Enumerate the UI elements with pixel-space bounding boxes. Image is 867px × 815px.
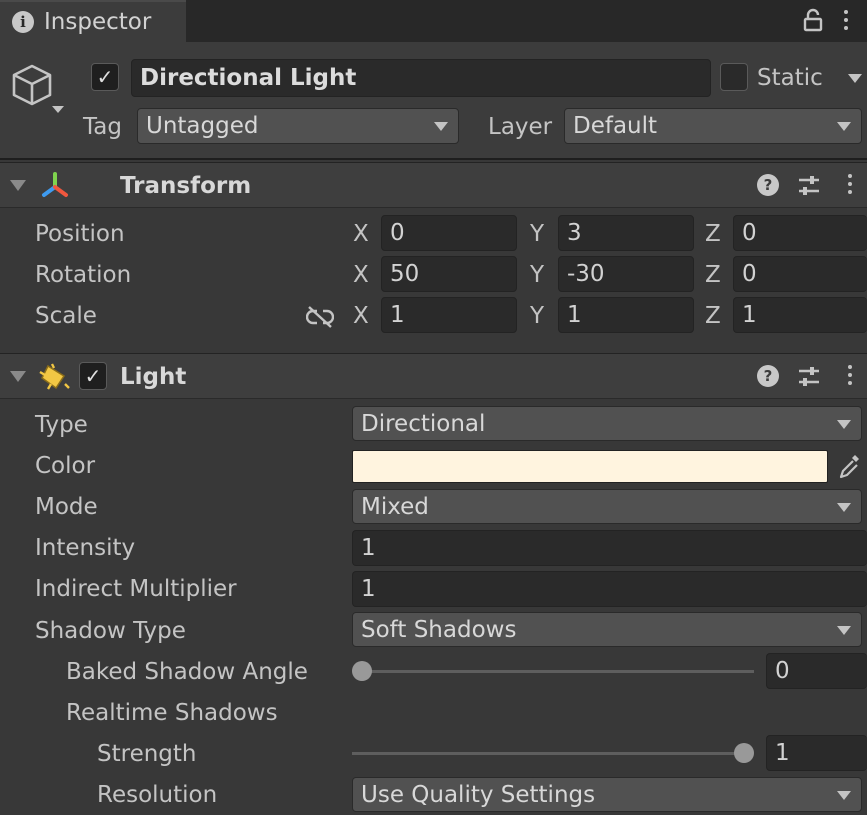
color-label: Color <box>35 453 96 479</box>
active-checkbox[interactable]: ✓ <box>91 63 119 91</box>
lock-icon[interactable] <box>802 8 824 32</box>
static-checkbox[interactable] <box>720 63 748 91</box>
axis-z-label[interactable]: Z <box>705 303 721 329</box>
realtime-shadows-label: Realtime Shadows <box>66 700 278 726</box>
tag-value: Untagged <box>146 113 259 139</box>
layer-value: Default <box>573 113 658 139</box>
resolution-value: Use Quality Settings <box>361 781 596 808</box>
type-dropdown[interactable]: Directional <box>352 406 862 441</box>
rotation-y-field[interactable]: -30 <box>558 256 694 292</box>
dropdown-arrow-icon <box>837 502 851 512</box>
foldout-arrow-icon[interactable] <box>10 180 26 191</box>
tag-label: Tag <box>83 114 122 140</box>
type-label: Type <box>35 412 88 438</box>
tag-dropdown[interactable]: Untagged <box>137 108 459 144</box>
shadow-type-label: Shadow Type <box>35 618 186 644</box>
rotation-label: Rotation <box>35 262 132 288</box>
axis-z-label[interactable]: Z <box>705 262 721 288</box>
position-y-field[interactable]: 3 <box>558 215 694 251</box>
preset-icon[interactable] <box>797 174 821 198</box>
intensity-field[interactable]: 1 <box>352 530 867 566</box>
layer-label: Layer <box>488 114 553 140</box>
menu-dots-icon[interactable] <box>848 174 852 194</box>
resolution-label: Resolution <box>97 782 218 808</box>
help-icon[interactable]: ? <box>757 365 779 387</box>
baked-shadow-angle-label: Baked Shadow Angle <box>66 659 308 685</box>
mode-dropdown[interactable]: Mixed <box>352 489 862 524</box>
transform-title: Transform <box>120 173 252 199</box>
shadow-type-value: Soft Shadows <box>361 616 517 643</box>
axis-x-label[interactable]: X <box>353 303 369 329</box>
checkmark-icon: ✓ <box>84 364 102 388</box>
eyedropper-icon[interactable] <box>838 452 862 480</box>
indirect-multiplier-label: Indirect Multiplier <box>35 576 237 602</box>
static-dropdown-arrow-icon[interactable] <box>848 74 862 83</box>
tab-menu-icon[interactable] <box>844 10 848 30</box>
scale-z-field[interactable]: 1 <box>733 297 867 333</box>
static-label: Static <box>757 65 823 91</box>
cube-icon <box>12 64 64 113</box>
light-enabled-checkbox[interactable]: ✓ <box>79 362 107 390</box>
strength-field[interactable]: 1 <box>766 735 867 771</box>
resolution-dropdown[interactable]: Use Quality Settings <box>352 777 862 812</box>
axis-y-label[interactable]: Y <box>530 262 544 288</box>
dropdown-arrow-icon <box>837 122 851 131</box>
baked-angle-slider-track[interactable] <box>362 670 754 673</box>
tab-label: Inspector <box>44 9 152 35</box>
checkmark-icon: ✓ <box>96 65 114 89</box>
object-name-field[interactable]: Directional Light <box>131 59 711 97</box>
transform-axes-icon <box>42 172 68 197</box>
mode-label: Mode <box>35 494 98 520</box>
mode-value: Mixed <box>361 493 429 520</box>
shadow-type-dropdown[interactable]: Soft Shadows <box>352 612 862 647</box>
info-icon: i <box>12 11 34 33</box>
menu-dots-icon[interactable] <box>848 365 852 385</box>
light-header[interactable]: ✓ Light ? <box>0 353 867 399</box>
type-value: Directional <box>361 410 486 437</box>
preset-icon[interactable] <box>797 365 821 389</box>
strength-slider-thumb[interactable] <box>734 743 754 763</box>
dropdown-arrow-icon <box>837 625 851 635</box>
transform-header[interactable]: Transform ? <box>0 162 867 208</box>
foldout-arrow-icon[interactable] <box>10 371 26 382</box>
axis-y-label[interactable]: Y <box>530 303 544 329</box>
tab-bar: i Inspector <box>0 0 867 42</box>
layer-dropdown[interactable]: Default <box>564 108 862 144</box>
scale-y-field[interactable]: 1 <box>558 297 694 333</box>
strength-slider-track[interactable] <box>352 752 744 755</box>
color-swatch[interactable] <box>352 450 828 483</box>
tab-inspector[interactable]: i Inspector <box>0 0 186 42</box>
axis-z-label[interactable]: Z <box>705 221 721 247</box>
object-header: ✓ Directional Light Static Tag Untagged … <box>0 42 867 160</box>
intensity-label: Intensity <box>35 535 136 561</box>
scale-x-field[interactable]: 1 <box>381 297 517 333</box>
position-label: Position <box>35 221 125 247</box>
scale-label: Scale <box>35 303 97 329</box>
unlink-icon[interactable] <box>306 306 334 328</box>
light-title: Light <box>120 364 187 390</box>
rotation-x-field[interactable]: 50 <box>381 256 517 292</box>
light-icon <box>39 363 70 390</box>
help-icon[interactable]: ? <box>757 174 779 196</box>
baked-angle-slider-thumb[interactable] <box>352 661 372 681</box>
baked-angle-field[interactable]: 0 <box>766 653 867 689</box>
indirect-multiplier-field[interactable]: 1 <box>352 571 867 607</box>
axis-x-label[interactable]: X <box>353 221 369 247</box>
rotation-z-field[interactable]: 0 <box>733 256 867 292</box>
position-z-field[interactable]: 0 <box>733 215 867 251</box>
strength-label: Strength <box>97 741 197 767</box>
dropdown-arrow-icon <box>434 122 448 131</box>
axis-x-label[interactable]: X <box>353 262 369 288</box>
dropdown-arrow-icon <box>837 790 851 800</box>
dropdown-arrow-icon <box>837 419 851 429</box>
position-x-field[interactable]: 0 <box>381 215 517 251</box>
axis-y-label[interactable]: Y <box>530 221 544 247</box>
